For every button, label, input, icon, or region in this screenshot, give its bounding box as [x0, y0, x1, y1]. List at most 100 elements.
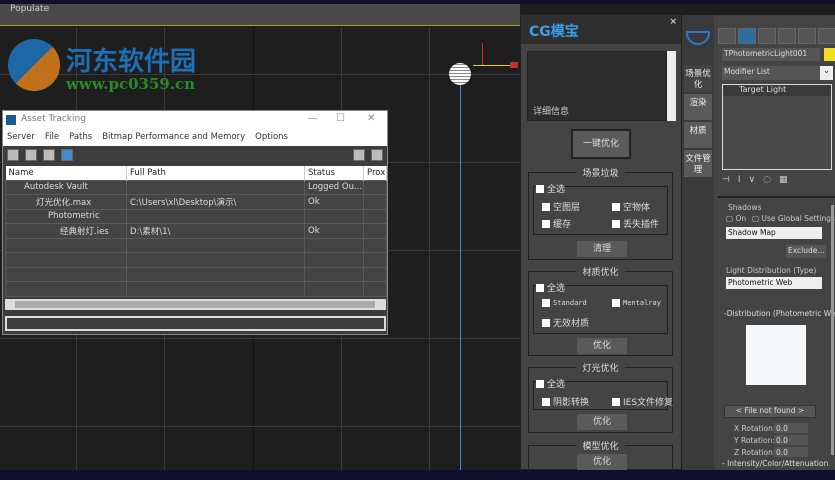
utilities-icon[interactable] — [818, 28, 835, 44]
menu-options[interactable]: Options — [255, 132, 288, 143]
minimize-button[interactable]: — — [308, 113, 318, 124]
object-color-swatch[interactable] — [824, 48, 835, 61]
pin-icon[interactable]: ⊣ — [722, 175, 730, 185]
details-scrollbar[interactable] — [667, 51, 676, 121]
panel-scrollbar[interactable] — [831, 205, 834, 455]
table-row[interactable]: 灯光优化.max C:\Users\xl\Desktop\演示\ Ok — [5, 194, 387, 210]
checkbox-cache[interactable]: 缓存 — [542, 217, 571, 230]
use-global-checkbox[interactable]: ▢ Use Global Settings — [752, 214, 835, 223]
tab-scene-optimize[interactable]: 场景优化 — [684, 65, 712, 92]
menu-paths[interactable]: Paths — [69, 132, 92, 143]
col-name[interactable]: Name — [5, 166, 127, 180]
create-icon[interactable] — [718, 28, 736, 44]
configure-icon[interactable]: ▦ — [779, 175, 788, 185]
window-title: Asset Tracking — [21, 114, 86, 124]
checkbox-standard[interactable]: Standard — [542, 299, 587, 307]
asset-tracking-window: Asset Tracking — ☐ ✕ Server File Paths B… — [2, 110, 388, 335]
exclude-button[interactable]: Exclude... — [786, 245, 826, 258]
watermark-url: www.pc0359.cn — [66, 75, 196, 93]
help2-icon[interactable] — [371, 149, 383, 161]
scene-group: 场景垃圾 全选 空图层 空物体 缓存 丢失插件 清理 — [528, 169, 673, 260]
thumbnail-icon[interactable] — [43, 149, 55, 161]
display-icon[interactable] — [798, 28, 816, 44]
y-rotation-spinner[interactable]: 0.0 — [774, 435, 808, 445]
clean-button[interactable]: 清理 — [577, 241, 627, 257]
light-optimize-button[interactable]: 优化 — [577, 414, 627, 430]
ribbon: Populate — [0, 4, 520, 26]
brand-logo — [686, 31, 710, 45]
tab-file-manage[interactable]: 文件管理 — [684, 150, 712, 177]
checkbox-missing-plugin[interactable]: 丢失插件 — [612, 217, 659, 230]
checkbox-empty-object[interactable]: 空物体 — [612, 200, 650, 213]
watermark-title: 河东软件园 — [66, 47, 197, 77]
col-prox[interactable]: Prox — [363, 166, 387, 180]
table-row[interactable]: Photometric — [5, 208, 387, 224]
checkbox-empty-layer[interactable]: 空图层 — [542, 200, 580, 213]
file-not-found-button[interactable]: < File not found > — [724, 405, 816, 418]
light-gizmo[interactable] — [449, 63, 471, 85]
command-panel: TPhotometricLight001 Modifier List ⌄ Tar… — [714, 15, 835, 480]
modifier-list-dropdown[interactable]: Modifier List — [722, 66, 826, 80]
hierarchy-icon[interactable] — [758, 28, 776, 44]
watermark-logo — [8, 39, 60, 91]
col-status[interactable]: Status — [304, 166, 364, 180]
one-click-optimize-button[interactable]: 一键优化 — [571, 129, 631, 159]
distribution-rollout[interactable]: -Distribution (Photometric Web) — [724, 309, 835, 318]
group-legend: 场景垃圾 — [576, 169, 625, 179]
z-rotation-spinner[interactable]: 0.0 — [774, 447, 808, 457]
table-row[interactable]: Autodesk Vault Logged Ou... — [5, 179, 387, 195]
list-icon[interactable] — [25, 149, 37, 161]
side-tabs: 场景优化 渲染 材质 文件管理 — [682, 15, 714, 480]
tab-material[interactable]: 材质 — [684, 122, 712, 148]
close-button[interactable]: × — [669, 17, 677, 27]
menu-file[interactable]: File — [45, 132, 59, 143]
stack-item[interactable]: Target Light — [723, 85, 831, 96]
populate-tab[interactable]: Populate — [10, 4, 49, 14]
close-button[interactable]: ✕ — [367, 113, 375, 124]
web-preview — [746, 325, 806, 385]
chevron-down-icon[interactable]: ⌄ — [820, 66, 833, 80]
select-all-checkbox[interactable]: 全选 — [536, 182, 566, 195]
material-optimize-button[interactable]: 优化 — [577, 338, 627, 354]
checkbox-shadow-convert[interactable]: 阴影转换 — [542, 395, 589, 408]
x-rotation-spinner[interactable]: 0.0 — [774, 423, 808, 433]
light-target-line — [460, 85, 461, 480]
shadows-on-checkbox[interactable]: ▢ On — [726, 214, 746, 223]
model-group: 模型优化 优化 — [528, 442, 673, 471]
intensity-rollout[interactable]: - Intensity/Color/Attenuation — [722, 459, 828, 468]
details-label: 详细信息 — [533, 107, 570, 117]
checkbox-ies-repair[interactable]: IES文件修复 — [612, 395, 673, 408]
dist-type-label: Light Distribution (Type) — [726, 266, 817, 275]
checkbox-invalid-material[interactable]: 无效材质 — [542, 316, 589, 329]
motion-icon[interactable] — [778, 28, 796, 44]
modifier-stack[interactable]: Target Light — [722, 84, 832, 170]
object-name-field[interactable]: TPhotometricLight001 — [722, 48, 820, 61]
select-all-checkbox[interactable]: 全选 — [536, 281, 566, 294]
table-row[interactable]: 经典射灯.ies D:\素材\1\ Ok — [5, 223, 387, 239]
table-view-icon[interactable] — [61, 149, 73, 161]
unique-icon[interactable]: ∨ — [749, 175, 756, 185]
asset-table: Name Full Path Status Prox Autodesk Vault Lo… — [5, 166, 387, 297]
menu-bitmap[interactable]: Bitmap Performance and Memory — [102, 132, 245, 143]
show-end-icon[interactable]: I — [738, 175, 741, 185]
refresh-icon[interactable] — [7, 149, 19, 161]
distribution-type-dropdown[interactable]: Photometric Web — [726, 277, 822, 289]
shadow-type-dropdown[interactable]: Shadow Map — [726, 227, 822, 239]
app-icon — [6, 115, 16, 125]
select-all-checkbox[interactable]: 全选 — [536, 377, 566, 390]
horizontal-scrollbar[interactable] — [5, 299, 386, 310]
col-path[interactable]: Full Path — [126, 166, 305, 180]
remove-icon[interactable]: ◌ — [763, 175, 771, 185]
maximize-button[interactable]: ☐ — [336, 113, 345, 124]
checkbox-mentalray[interactable]: Mentalray — [612, 299, 661, 307]
material-group: 材质优化 全选 Standard Mentalray 无效材质 优化 — [528, 268, 673, 356]
help-icon[interactable] — [353, 149, 365, 161]
modify-icon[interactable] — [738, 28, 756, 44]
details-box[interactable]: 详细信息 — [527, 51, 667, 121]
menu-server[interactable]: Server — [7, 132, 35, 143]
cg-mobao-panel: CG模宝 × 详细信息 一键优化 场景垃圾 全选 空图层 空物体 缓存 丢失插件 … — [520, 14, 682, 471]
status-field[interactable] — [5, 316, 386, 331]
model-optimize-button[interactable]: 优化 — [577, 454, 627, 470]
panel-title: CG模宝 — [529, 24, 579, 40]
tab-render[interactable]: 渲染 — [684, 94, 712, 120]
